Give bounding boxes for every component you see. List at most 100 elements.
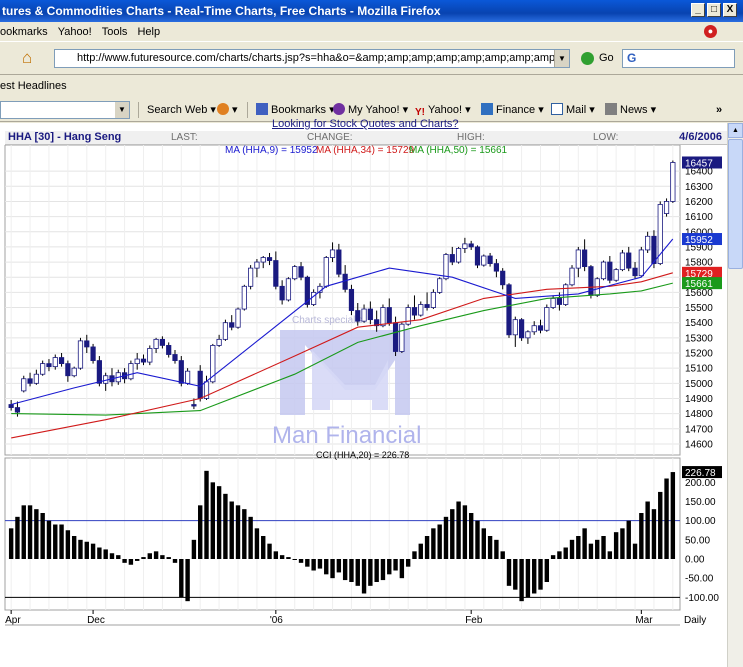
cci-bar (431, 528, 436, 559)
cci-bar (27, 505, 33, 559)
up-candle-body (619, 252, 626, 271)
down-candle-body (468, 243, 474, 248)
home-icon[interactable]: ⌂ (22, 48, 44, 68)
down-candle-body (632, 267, 638, 277)
down-candle-body (266, 257, 273, 261)
window-title: tures & Commodities Charts - Real-Time C… (2, 4, 441, 18)
close-button[interactable]: X (723, 3, 737, 17)
yahoo-search-dropdown-icon[interactable]: ▼ (115, 102, 129, 118)
high-label: HIGH: (457, 132, 485, 143)
go-button[interactable]: Go (599, 52, 614, 64)
cci-bar (166, 557, 171, 559)
ma9-legend: MA (HHA,9) = 15952 (225, 145, 318, 156)
cci-bar (462, 505, 468, 559)
down-candle-body (506, 284, 512, 336)
cci-bar (456, 501, 461, 559)
cci-bar (116, 555, 121, 559)
url-input[interactable]: http://www.futuresource.com/charts/chart… (54, 49, 570, 68)
cci-bar (267, 543, 272, 559)
news-button[interactable]: News ▾ (605, 98, 656, 122)
cci-bar (242, 509, 247, 559)
candle (348, 284, 355, 316)
cci-bar (204, 470, 209, 559)
search-input[interactable]: G (622, 49, 735, 68)
cci-bar (437, 524, 442, 559)
candle (235, 307, 241, 329)
cci-bar (387, 559, 392, 575)
menu-yahoo[interactable]: Yahoo! (58, 26, 102, 38)
menu-bookmarks[interactable]: ookmarks (0, 26, 58, 38)
cci-bar (645, 501, 650, 559)
cci-bar (494, 539, 499, 559)
up-candle-body (462, 243, 468, 249)
cci-bar (639, 513, 644, 559)
go-icon[interactable] (581, 52, 594, 65)
price-tick-label: 15100 (685, 364, 713, 375)
up-candle-body (52, 357, 58, 368)
down-candle-body (607, 261, 613, 281)
menu-tools[interactable]: Tools (102, 26, 138, 38)
cci-bar (519, 559, 524, 602)
stock-quotes-link[interactable]: Looking for Stock Quotes and Charts? (272, 118, 459, 130)
up-candle-body (254, 261, 260, 269)
cci-bar (468, 513, 474, 559)
candle (455, 246, 462, 264)
search-web-button[interactable]: Search Web ▾ (147, 98, 216, 122)
candle (292, 265, 298, 281)
cci-bar (128, 559, 134, 565)
cci-bar (292, 559, 297, 560)
scroll-up-icon[interactable]: ▲ (728, 123, 743, 138)
cci-bar (626, 520, 631, 559)
up-candle-body (128, 363, 134, 380)
cci-bar (223, 493, 228, 559)
toolbar-separator (247, 102, 248, 118)
x-tick-label: '06 (270, 615, 283, 626)
candle (241, 284, 247, 311)
ma50-legend: MA (HHA,50) = 15661 (409, 145, 508, 156)
vertical-scrollbar[interactable]: ▲ (727, 123, 743, 667)
highlight-icon[interactable]: ▾ (217, 98, 238, 122)
scroll-thumb[interactable] (728, 139, 743, 269)
candle (613, 268, 619, 282)
menu-help[interactable]: Help (137, 26, 170, 38)
cci-y-axis: -100.00 -50.00 0.00 50.00 100.00 150.00 200.00… (682, 466, 722, 604)
url-dropdown-icon[interactable]: ▼ (554, 50, 569, 67)
cci-bar (500, 551, 505, 559)
cci-bar (342, 559, 348, 581)
cci-bar (122, 559, 127, 563)
up-candle-body (437, 278, 443, 293)
cci-bar (317, 559, 323, 569)
cci-bar (538, 559, 543, 590)
cci-bar (450, 509, 455, 559)
finance-button[interactable]: Finance ▾ (481, 98, 544, 122)
window-controls: _ □ X (691, 3, 737, 17)
up-candle-body (399, 323, 405, 352)
man-financial-watermark: Man Financial Charts specialist (272, 315, 421, 449)
mail-button[interactable]: Mail ▾ (551, 98, 595, 122)
cci-bar (286, 557, 291, 559)
cci-bar (569, 539, 575, 559)
bookmark-headlines[interactable]: est Headlines (0, 80, 67, 92)
cci-bar (443, 516, 449, 559)
candle (544, 304, 550, 332)
price-tag-label: 15952 (685, 235, 713, 246)
minimize-button[interactable]: _ (691, 3, 705, 17)
up-candle-body (134, 358, 140, 365)
candle (71, 366, 77, 378)
maximize-button[interactable]: □ (707, 3, 721, 17)
down-candle-body (474, 246, 481, 266)
yahoo-icon: Y! (415, 107, 425, 118)
cci-bar (103, 549, 108, 559)
cci-bar (670, 472, 676, 559)
cci-bar (172, 559, 178, 563)
down-candle-body (178, 360, 184, 384)
cci-bar (210, 482, 216, 559)
price-tick-label: 15500 (685, 303, 713, 314)
stop-icon[interactable]: ● (704, 25, 717, 38)
more-chevron-button[interactable]: » (716, 98, 722, 122)
cci-bar (15, 516, 20, 559)
up-candle-body (575, 249, 581, 269)
yahoo-search-input[interactable]: ▼ (0, 101, 130, 119)
cci-bar (90, 543, 96, 559)
price-tick-label: 14900 (685, 394, 713, 405)
